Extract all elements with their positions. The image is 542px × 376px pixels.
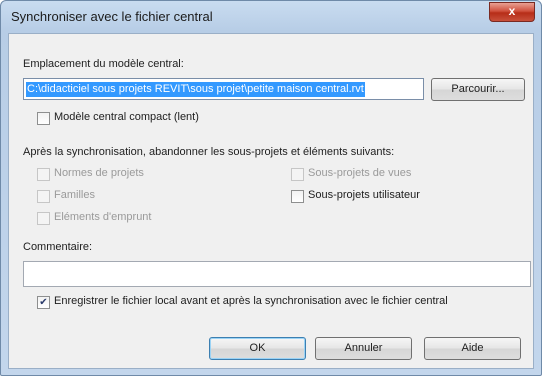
browse-button[interactable]: Parcourir... [431, 78, 525, 101]
close-button[interactable]: x [489, 2, 535, 22]
comment-input[interactable] [23, 261, 531, 287]
familles-checkbox[interactable] [37, 190, 50, 203]
save-local-label: Enregistrer le fichier local avant et ap… [54, 295, 448, 307]
help-button[interactable]: Aide [424, 337, 521, 360]
cancel-button[interactable]: Annuler [315, 337, 412, 360]
compact-checkbox[interactable] [37, 112, 50, 125]
ok-button[interactable]: OK [209, 337, 306, 360]
close-icon: x [508, 4, 516, 18]
save-local-checkbox[interactable]: ✔ [37, 296, 50, 309]
checkmark-icon: ✔ [39, 297, 48, 308]
normes-projets-label: Normes de projets [54, 167, 144, 179]
relinquish-heading: Après la synchronisation, abandonner les… [23, 146, 395, 158]
compact-label: Modèle central compact (lent) [54, 111, 199, 123]
dialog-body: Emplacement du modèle central: C:\didact… [8, 33, 534, 369]
dialog-title: Synchroniser avec le fichier central [11, 9, 213, 24]
central-path-value: C:\didacticiel sous projets REVIT\sous p… [26, 82, 365, 97]
sous-projets-utilisateur-label: Sous-projets utilisateur [308, 189, 420, 201]
sous-projets-utilisateur-checkbox[interactable] [291, 190, 304, 203]
location-label: Emplacement du modèle central: [23, 58, 184, 70]
sync-dialog: Synchroniser avec le fichier central x E… [0, 0, 542, 376]
sous-projets-vues-label: Sous-projets de vues [308, 167, 412, 179]
familles-label: Familles [54, 189, 95, 201]
central-path-field[interactable]: C:\didacticiel sous projets REVIT\sous p… [23, 78, 424, 100]
elements-emprunt-label: Eléments d'emprunt [54, 211, 152, 223]
sous-projets-vues-checkbox[interactable] [291, 168, 304, 181]
comment-label: Commentaire: [23, 241, 93, 253]
title-bar[interactable]: Synchroniser avec le fichier central x [1, 1, 541, 33]
elements-emprunt-checkbox[interactable] [37, 212, 50, 225]
normes-projets-checkbox[interactable] [37, 168, 50, 181]
